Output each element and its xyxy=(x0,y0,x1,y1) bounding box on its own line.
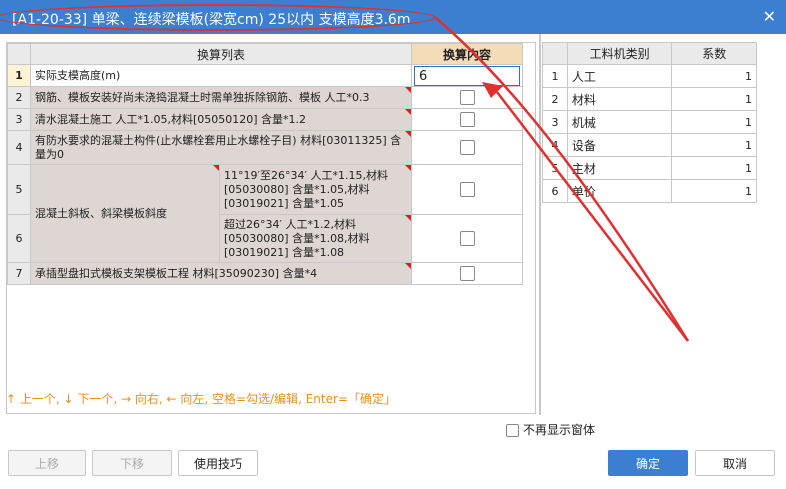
row-index: 5 xyxy=(7,164,31,215)
table-row[interactable]: 1 实际支模高度(m) 6 xyxy=(7,64,523,87)
table-row[interactable]: 2 钢筋、模板安装好尚未浇捣混凝土时需单独拆除钢筋、模板 人工*0.3 xyxy=(7,86,523,109)
move-down-button[interactable]: 下移 xyxy=(92,450,172,476)
note-marker-icon xyxy=(405,215,411,221)
group-label: 混凝土斜板、斜梁模板斜度 xyxy=(35,206,167,220)
move-up-button[interactable]: 上移 xyxy=(8,450,86,476)
note-marker-icon xyxy=(405,87,411,93)
no-show-checkbox[interactable] xyxy=(506,424,519,437)
col-header-category: 工料机类别 xyxy=(566,42,673,65)
conversion-table-panel: 换算列表 换算内容 1 实际支模高度(m) 6 2 钢筋、模板安装好尚未浇捣混凝… xyxy=(6,42,536,414)
note-marker-icon xyxy=(213,165,219,171)
row-index: 2 xyxy=(7,86,31,109)
row-desc: 超过26°34′ 人工*1.2,材料[05030080] 含量*1.08,材料[… xyxy=(224,217,370,259)
title-annotation-oval xyxy=(0,4,436,31)
row-desc: 实际支模高度(m) xyxy=(30,64,412,87)
tips-button[interactable]: 使用技巧 xyxy=(178,450,258,476)
col-header-coefficient: 系数 xyxy=(671,42,757,65)
cancel-button[interactable]: 取消 xyxy=(695,450,775,476)
no-show-label: 不再显示窗体 xyxy=(523,423,596,437)
row-desc: 11°19′至26°34′ 人工*1.15,材料[05030080] 含量*1.… xyxy=(224,168,388,210)
table-row[interactable]: 4 有防水要求的混凝土构件(止水螺栓套用止水螺栓子目) 材料[03011325]… xyxy=(7,130,523,165)
category-name: 主材 xyxy=(566,156,673,180)
note-marker-icon xyxy=(405,131,411,137)
coefficient-table-panel: 工料机类别 系数 1 人工 1 2 材料 1 3 机械 1 4 设备 1 5 主材 1 6 单价 1 xyxy=(542,42,757,204)
row-desc: 清水混凝土施工 人工*1.05,材料[05050120] 含量*1.2 xyxy=(35,112,307,126)
note-marker-icon xyxy=(405,263,411,269)
coef-row[interactable]: 2 材料 1 xyxy=(542,87,757,111)
coefficient-value[interactable]: 1 xyxy=(671,64,757,88)
row-index: 5 xyxy=(542,156,568,180)
category-name: 人工 xyxy=(566,64,673,88)
coef-row[interactable]: 6 单价 1 xyxy=(542,179,757,203)
row-index: 1 xyxy=(7,64,31,87)
row-desc: 钢筋、模板安装好尚未浇捣混凝土时需单独拆除钢筋、模板 人工*0.3 xyxy=(35,90,370,104)
col-header-list: 换算列表 xyxy=(30,43,412,65)
row-index: 6 xyxy=(542,179,568,203)
row-index: 3 xyxy=(7,108,31,131)
title-bar: [A1-20-33] 单梁、连续梁模板(梁宽cm) 25以内 支模高度3.6m … xyxy=(0,0,786,34)
coefficient-value[interactable]: 1 xyxy=(671,87,757,111)
corner-header xyxy=(7,43,31,65)
coefficient-value[interactable]: 1 xyxy=(671,179,757,203)
category-name: 材料 xyxy=(566,87,673,111)
coef-row[interactable]: 1 人工 1 xyxy=(542,64,757,88)
panel-splitter[interactable] xyxy=(539,34,541,415)
height-input[interactable]: 6 xyxy=(414,65,520,86)
coefficient-value[interactable]: 1 xyxy=(671,110,757,134)
category-name: 设备 xyxy=(566,133,673,157)
col-header-content: 换算内容 xyxy=(411,43,523,65)
row-checkbox[interactable] xyxy=(459,182,475,197)
table-row[interactable]: 3 清水混凝土施工 人工*1.05,材料[05050120] 含量*1.2 xyxy=(7,108,523,131)
row-index: 2 xyxy=(542,87,568,111)
conversion-table: 换算列表 换算内容 1 实际支模高度(m) 6 2 钢筋、模板安装好尚未浇捣混凝… xyxy=(7,43,523,285)
ok-button[interactable]: 确定 xyxy=(608,450,688,476)
note-marker-icon xyxy=(405,165,411,171)
value-cell[interactable]: 6 xyxy=(411,64,523,87)
coef-row[interactable]: 3 机械 1 xyxy=(542,110,757,134)
coef-row[interactable]: 5 主材 1 xyxy=(542,156,757,180)
row-index: 4 xyxy=(7,130,31,165)
coefficient-value[interactable]: 1 xyxy=(671,156,757,180)
row-checkbox[interactable] xyxy=(459,112,475,127)
row-checkbox[interactable] xyxy=(459,90,475,105)
row-checkbox[interactable] xyxy=(459,266,475,281)
coefficient-table: 工料机类别 系数 1 人工 1 2 材料 1 3 机械 1 4 设备 1 5 主材 1 6 单价 1 xyxy=(542,42,757,203)
category-name: 单价 xyxy=(566,179,673,203)
dialog-body: 换算列表 换算内容 1 实际支模高度(m) 6 2 钢筋、模板安装好尚未浇捣混凝… xyxy=(0,34,786,489)
no-show-option[interactable]: 不再显示窗体 xyxy=(506,421,595,438)
row-desc: 有防水要求的混凝土构件(止水螺栓套用止水螺栓子目) 材料[03011325] 含… xyxy=(35,133,402,161)
table-row[interactable]: 7 承插型盘扣式模板支架模板工程 材料[35090230] 含量*4 xyxy=(7,262,523,285)
keyboard-hint: ↑ 上一个, ↓ 下一个, → 向右, ← 向左, 空格=勾选/编辑, Ente… xyxy=(6,392,396,406)
row-index: 6 xyxy=(7,214,31,263)
coefficient-value[interactable]: 1 xyxy=(671,133,757,157)
close-icon[interactable]: ✕ xyxy=(763,7,776,26)
category-name: 机械 xyxy=(566,110,673,134)
row-desc: 承插型盘扣式模板支架模板工程 材料[35090230] 含量*4 xyxy=(35,266,318,280)
note-marker-icon xyxy=(405,109,411,115)
row-checkbox[interactable] xyxy=(459,140,475,155)
row-index: 3 xyxy=(542,110,568,134)
coef-row[interactable]: 4 设备 1 xyxy=(542,133,757,157)
row-index: 7 xyxy=(7,262,31,285)
table-row[interactable]: 5 混凝土斜板、斜梁模板斜度 11°19′至26°34′ 人工*1.15,材料[… xyxy=(7,164,523,263)
corner-header xyxy=(542,42,568,65)
row-checkbox[interactable] xyxy=(459,231,475,246)
row-index: 1 xyxy=(542,64,568,88)
row-index: 4 xyxy=(542,133,568,157)
